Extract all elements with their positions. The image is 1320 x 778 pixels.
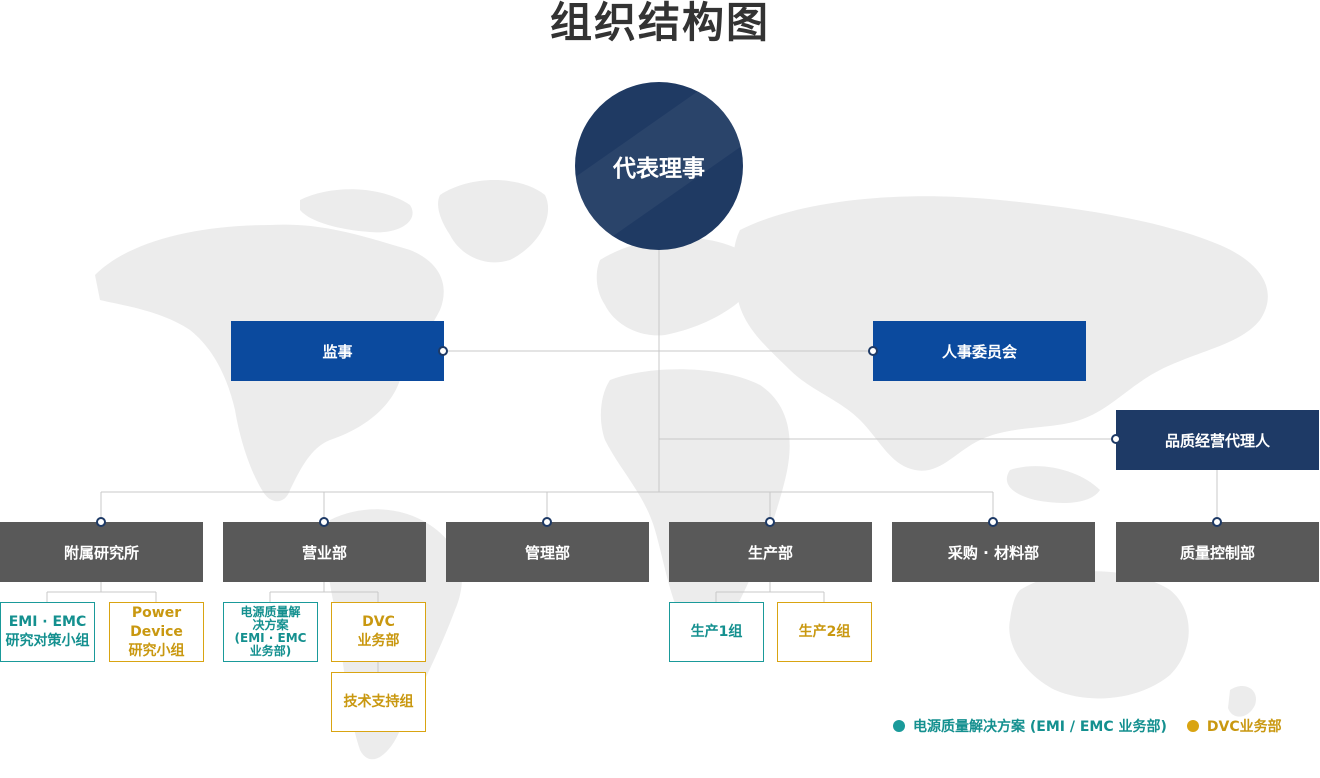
quality-agent-connector-dot bbox=[1111, 434, 1121, 444]
dept-purchasing-dot bbox=[988, 517, 998, 527]
legend-item-teal: 电源质量解决方案 (EMI / EMC 业务部) bbox=[893, 716, 1167, 736]
subunit-power-device-line2: 研究小组 bbox=[128, 642, 185, 659]
supervisor-connector-dot bbox=[438, 346, 448, 356]
dept-production-label: 生产部 bbox=[747, 543, 793, 562]
ceo-node: 代表理事 bbox=[575, 82, 743, 250]
dept-sales-label: 营业部 bbox=[301, 543, 347, 562]
quality-agent-label: 品质经营代理人 bbox=[1164, 431, 1270, 450]
subunit-production-1-label: 生产1组 bbox=[690, 623, 743, 640]
dept-quality-dot bbox=[1212, 517, 1222, 527]
dept-production-dot bbox=[765, 517, 775, 527]
page-title: 组织结构图 bbox=[549, 0, 770, 47]
subunit-production-1: 生产1组 bbox=[669, 602, 764, 662]
dept-purchasing-label: 采购 · 材料部 bbox=[947, 543, 1040, 562]
dept-sales: 营业部 bbox=[223, 522, 426, 582]
subunit-dvc-line2: 业务部 bbox=[357, 633, 400, 649]
subunit-emi-research: EMI · EMC 研究对策小组 bbox=[0, 602, 95, 662]
supervisor-node: 监事 bbox=[231, 321, 444, 381]
subunit-tech-support-label: 技术支持组 bbox=[343, 693, 414, 710]
dept-quality-label: 质量控制部 bbox=[1179, 543, 1255, 562]
dept-quality: 质量控制部 bbox=[1116, 522, 1319, 582]
subunit-power-device-research: Power Device 研究小组 bbox=[109, 602, 204, 662]
legend-gold-label: DVC业务部 bbox=[1206, 719, 1282, 735]
legend-gold-dot-icon bbox=[1186, 720, 1199, 732]
dept-purchasing: 采购 · 材料部 bbox=[892, 522, 1095, 582]
legend: 电源质量解决方案 (EMI / EMC 业务部) DVC业务部 bbox=[893, 716, 1302, 736]
dept-research: 附属研究所 bbox=[0, 522, 203, 582]
quality-agent-node: 品质经营代理人 bbox=[1116, 410, 1319, 470]
subunit-power-solution-line4: 业务部) bbox=[249, 644, 292, 658]
dept-research-label: 附属研究所 bbox=[63, 543, 139, 562]
supervisor-label: 监事 bbox=[322, 342, 353, 361]
subunit-emi-research-line2: 研究对策小组 bbox=[5, 633, 90, 649]
dept-management-label: 管理部 bbox=[524, 543, 570, 562]
dept-sales-dot bbox=[319, 517, 329, 527]
hr-committee-connector-dot bbox=[868, 346, 878, 356]
hr-committee-node: 人事委员会 bbox=[873, 321, 1086, 381]
dept-management-dot bbox=[542, 517, 552, 527]
subunit-dvc-line1: DVC bbox=[362, 614, 395, 630]
legend-teal-label: 电源质量解决方案 (EMI / EMC 业务部) bbox=[913, 719, 1167, 735]
subunit-emi-research-line1: EMI · EMC bbox=[8, 614, 87, 630]
dept-management: 管理部 bbox=[446, 522, 649, 582]
ceo-label: 代表理事 bbox=[613, 156, 705, 182]
legend-teal-dot-icon bbox=[893, 720, 905, 732]
subunit-production-2: 生产2组 bbox=[777, 602, 872, 662]
legend-item-gold: DVC业务部 bbox=[1186, 716, 1282, 736]
subunit-production-2-label: 生产2组 bbox=[798, 623, 851, 640]
subunit-power-solution: 电源质量解 决方案 (EMI · EMC 业务部) bbox=[223, 602, 318, 662]
subunit-power-device-line1: Power Device bbox=[130, 604, 183, 640]
dept-production: 生产部 bbox=[669, 522, 872, 582]
dept-research-dot bbox=[96, 517, 106, 527]
subunit-tech-support: 技术支持组 bbox=[331, 672, 426, 732]
subunit-dvc: DVC 业务部 bbox=[331, 602, 426, 662]
hr-committee-label: 人事委员会 bbox=[941, 342, 1017, 361]
